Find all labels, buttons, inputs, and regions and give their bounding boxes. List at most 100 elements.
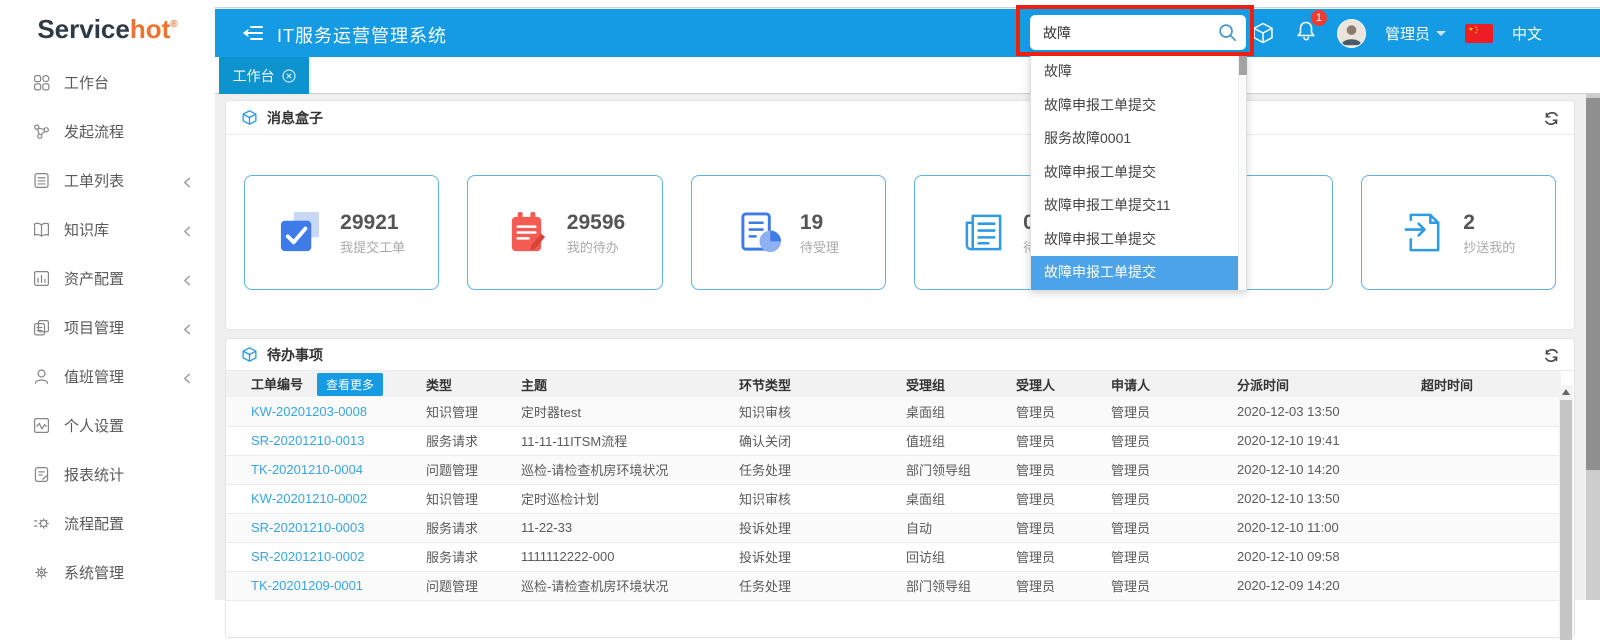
notifications-button[interactable]: 1 [1294, 19, 1318, 48]
cell-type: 服务请求 [426, 542, 521, 571]
ticket-link[interactable]: SR-20201210-0013 [251, 433, 364, 448]
sidebar-item-label: 工作台 [64, 72, 109, 93]
sidebar-item-label: 系统管理 [64, 562, 124, 583]
gear-flow-icon [32, 514, 51, 533]
stat-card-cc-to-me[interactable]: 2 抄送我的 [1361, 175, 1556, 290]
stat-card-my-submitted[interactable]: 29921 我提交工单 [244, 175, 439, 290]
sidebar-item-duty-mgmt[interactable]: 值班管理 [0, 352, 215, 401]
suggestion-item-selected[interactable]: 故障申报工单提交 [1031, 256, 1239, 290]
sidebar-item-asset-config[interactable]: 资产配置 [0, 254, 215, 303]
cell-group: 回访组 [906, 542, 1016, 571]
sidebar-item-label: 流程配置 [64, 513, 124, 534]
cell-step: 投诉处理 [739, 513, 906, 542]
panel-title: 消息盒子 [267, 108, 323, 128]
sidebar-item-system-mgmt[interactable]: 系统管理 [0, 548, 215, 597]
ticket-link[interactable]: SR-20201210-0002 [251, 549, 364, 564]
logo-text-accent: hot [130, 14, 170, 45]
cell-handler: 管理员 [1016, 542, 1111, 571]
app-header: IT服务运营管理系统 1 [215, 9, 1600, 57]
cell-step: 确认关闭 [739, 426, 906, 455]
refresh-icon[interactable] [1543, 110, 1560, 127]
stat-card-my-todo[interactable]: 29596 我的待办 [467, 175, 662, 290]
stat-value: 29596 [567, 209, 625, 236]
global-search-input[interactable] [1030, 15, 1246, 50]
china-flag-icon[interactable] [1465, 24, 1493, 43]
cell-step: 知识审核 [739, 397, 906, 426]
stat-label: 我的待办 [567, 237, 625, 256]
menu-collapse-button[interactable] [241, 22, 265, 44]
cell-handler: 管理员 [1016, 513, 1111, 542]
cell-group: 值班组 [906, 426, 1016, 455]
language-label[interactable]: 中文 [1512, 23, 1542, 44]
cube-icon [241, 346, 258, 363]
sidebar-item-label: 个人设置 [64, 415, 124, 436]
cell-handler: 管理员 [1016, 397, 1111, 426]
col-timeout: 超时时间 [1421, 371, 1561, 397]
page-scrollbar[interactable] [1586, 94, 1600, 600]
close-icon[interactable] [282, 69, 296, 83]
cell-type: 服务请求 [426, 426, 521, 455]
sidebar-item-report-stats[interactable]: 报表统计 [0, 450, 215, 499]
table-row: TK-20201209-0001 问题管理 巡检-请检查机房环境状况 任务处理 … [226, 571, 1561, 600]
cell-step: 任务处理 [739, 571, 906, 600]
cell-applicant: 管理员 [1111, 455, 1237, 484]
cell-handler: 管理员 [1016, 455, 1111, 484]
dropdown-scrollbar-thumb[interactable] [1239, 55, 1247, 75]
suggestion-item[interactable]: 服务故障0001 [1031, 122, 1239, 156]
suggestion-item[interactable]: 故障申报工单提交 [1031, 223, 1239, 257]
search-icon[interactable] [1217, 22, 1238, 43]
sidebar-item-knowledge-base[interactable]: 知识库 [0, 205, 215, 254]
ticket-link[interactable]: SR-20201210-0003 [251, 520, 364, 535]
ticket-link[interactable]: TK-20201209-0001 [251, 578, 363, 593]
cube-icon [241, 109, 258, 126]
table-scrollbar-thumb[interactable] [1560, 400, 1572, 640]
sidebar-item-ticket-list[interactable]: 工单列表 [0, 156, 215, 205]
chevron-left-icon [182, 371, 193, 388]
sidebar-item-label: 项目管理 [64, 317, 124, 338]
stat-label: 我提交工单 [340, 237, 405, 256]
ticket-link[interactable]: TK-20201210-0004 [251, 462, 363, 477]
chevron-left-icon [182, 322, 193, 339]
suggestion-item[interactable]: 故障申报工单提交 [1031, 89, 1239, 123]
stat-label: 待受理 [800, 237, 839, 256]
col-applicant: 申请人 [1111, 371, 1237, 397]
logo-mark: ® [170, 19, 177, 30]
table-scrollbar[interactable] [1559, 385, 1573, 638]
message-box-panel: 消息盒子 29921 我提交工单 [225, 100, 1575, 330]
sidebar-item-personal-settings[interactable]: 个人设置 [0, 401, 215, 450]
panel-header: 消息盒子 [226, 101, 1574, 135]
ticket-link[interactable]: KW-20201203-0008 [251, 404, 367, 419]
suggestion-item[interactable]: 故障申报工单提交11 [1031, 189, 1239, 223]
sidebar-item-start-process[interactable]: 发起流程 [0, 107, 215, 156]
user-avatar[interactable] [1337, 19, 1366, 48]
main-area: IT服务运营管理系统 1 [215, 0, 1600, 600]
suggestion-item[interactable]: 故障申报工单提交 [1031, 156, 1239, 190]
view-more-button[interactable]: 查看更多 [317, 373, 383, 396]
cell-subject: 巡检-请检查机房环境状况 [521, 455, 739, 484]
sidebar-item-process-config[interactable]: 流程配置 [0, 499, 215, 548]
cell-timeout [1421, 571, 1561, 600]
tab-workbench[interactable]: 工作台 [219, 57, 309, 94]
stat-card-pending-accept[interactable]: 19 待受理 [691, 175, 886, 290]
dropdown-scrollbar[interactable] [1238, 55, 1246, 290]
app-logo: Servicehot® [0, 0, 215, 58]
page-scrollbar-thumb[interactable] [1586, 98, 1600, 470]
cell-group: 部门领导组 [906, 455, 1016, 484]
suggestion-item[interactable]: 故障 [1031, 55, 1239, 89]
cell-type: 问题管理 [426, 455, 521, 484]
cell-type: 知识管理 [426, 484, 521, 513]
sidebar-item-workbench[interactable]: 工作台 [0, 58, 215, 107]
cell-applicant: 管理员 [1111, 397, 1237, 426]
sidebar-item-project-mgmt[interactable]: 项目管理 [0, 303, 215, 352]
cell-step: 任务处理 [739, 455, 906, 484]
sidebar-item-label: 报表统计 [64, 464, 124, 485]
clipboard-pencil-icon [505, 210, 550, 255]
apps-cube-icon[interactable] [1251, 21, 1275, 45]
scroll-up-arrow[interactable] [1559, 385, 1573, 399]
refresh-icon[interactable] [1543, 347, 1560, 364]
user-menu[interactable]: 管理员 [1385, 23, 1446, 44]
cell-applicant: 管理员 [1111, 426, 1237, 455]
ticket-link[interactable]: KW-20201210-0002 [251, 491, 367, 506]
cell-subject: 定时器test [521, 397, 739, 426]
chevron-left-icon [182, 224, 193, 241]
